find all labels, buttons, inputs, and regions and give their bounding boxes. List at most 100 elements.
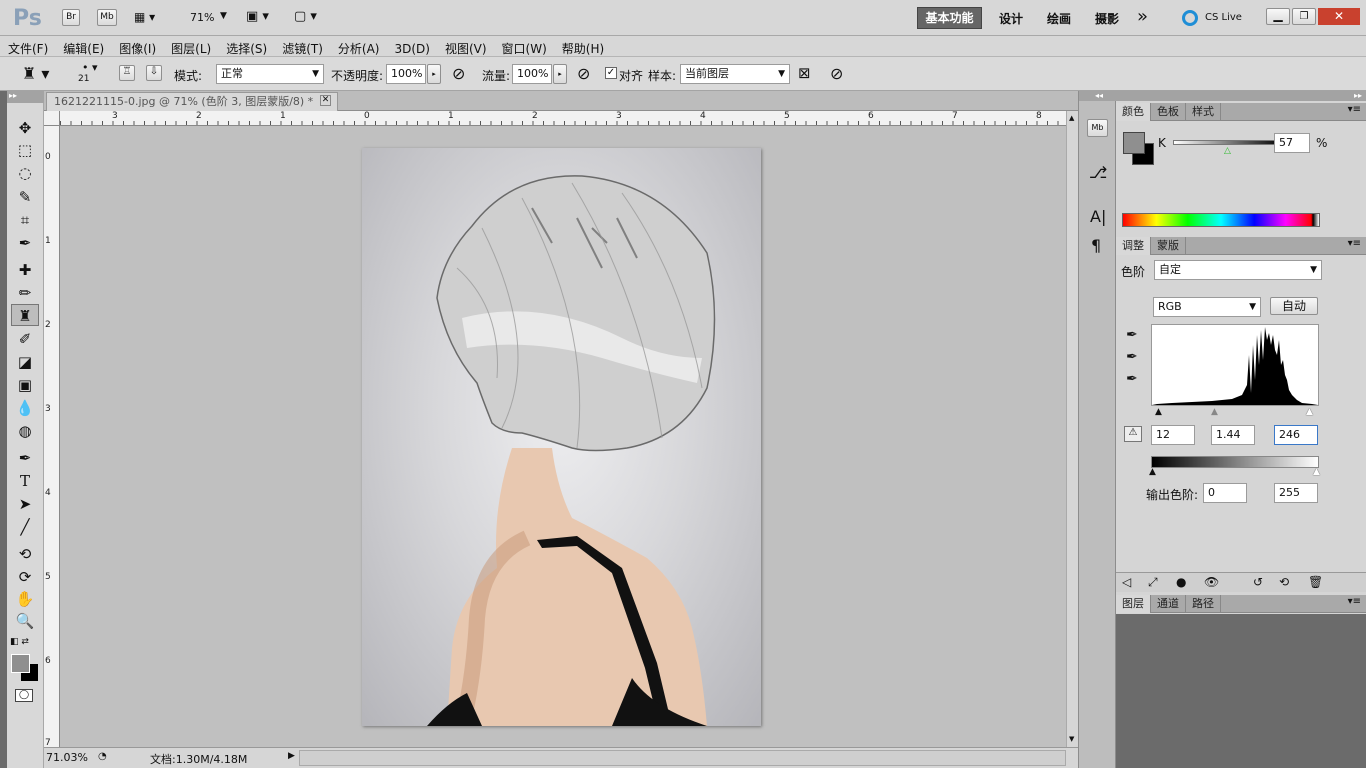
paragraph-panel-icon[interactable]: ¶ [1091, 236, 1101, 255]
3d-rotate-tool-icon[interactable]: ⟲ [11, 543, 39, 565]
more-workspaces-button[interactable]: » [1137, 6, 1148, 27]
view-extras-button[interactable]: ▦ ▾ [134, 10, 166, 26]
tablet-pressure-opacity-icon[interactable]: ⊘ [452, 64, 465, 83]
tab-masks[interactable]: 蒙版 [1151, 237, 1186, 255]
document-tab[interactable]: 1621221115-0.jpg @ 71% (色阶 3, 图层蒙版/8) * [46, 92, 338, 111]
marquee-tool-icon[interactable]: ⬚ [11, 139, 39, 161]
crop-tool-icon[interactable]: ⌗ [11, 209, 39, 231]
tab-styles[interactable]: 样式 [1186, 103, 1221, 121]
delete-icon[interactable]: 🗑 [1308, 575, 1323, 589]
tab-color[interactable]: 颜色 [1116, 103, 1151, 121]
restore-button[interactable]: ❐ [1292, 8, 1316, 25]
panel-menu-icon[interactable]: ▾≡ [1348, 596, 1361, 607]
menu-file[interactable]: 文件(F) [8, 40, 48, 57]
menu-filter[interactable]: 滤镜(T) [282, 40, 323, 57]
menu-image[interactable]: 图像(I) [119, 40, 156, 57]
hand-tool-icon[interactable]: ✋ [11, 588, 39, 610]
dodge-tool-icon[interactable]: ◍ [11, 420, 39, 442]
menu-view[interactable]: 视图(V) [445, 40, 487, 57]
input-gamma-slider[interactable]: ▲ [1211, 407, 1218, 417]
clone-stamp-tool-icon[interactable]: ♜ [11, 304, 39, 326]
screen-mode-button[interactable]: ▢ ▾ [294, 9, 317, 24]
foreground-color-swatch[interactable] [11, 654, 30, 673]
status-info-icon[interactable]: ◔ [98, 751, 107, 762]
type-tool-icon[interactable]: T [11, 470, 39, 492]
horizontal-ruler[interactable]: 3 2 1 0 1 2 3 4 5 6 7 8 [60, 111, 1066, 126]
color-fg-swatch[interactable] [1123, 132, 1145, 154]
clone-source-panel-icon[interactable]: ♖ [119, 65, 135, 81]
mini-bridge-panel-icon[interactable]: Mb [1087, 119, 1108, 137]
tab-paths[interactable]: 路径 [1186, 595, 1221, 613]
history-brush-tool-icon[interactable]: ✐ [11, 328, 39, 350]
channel-select[interactable]: RGB [1153, 297, 1261, 317]
brush-tool-icon[interactable]: ✏ [11, 282, 39, 304]
clip-to-layer-icon[interactable]: ● [1176, 575, 1186, 589]
workspace-essentials[interactable]: 基本功能 [917, 7, 982, 29]
move-tool-icon[interactable]: ✥ [11, 117, 39, 139]
sample-select[interactable]: 当前图层 [680, 64, 790, 84]
k-slider-thumb[interactable]: △ [1224, 146, 1231, 156]
workspace-photography[interactable]: 摄影 [1095, 10, 1119, 27]
vertical-scrollbar[interactable]: ▲ ▼ [1066, 111, 1078, 747]
brush-preview-icon[interactable]: • ▾ [82, 61, 98, 74]
zoom-readout[interactable]: 71.03% [46, 751, 88, 764]
close-button[interactable]: ✕ [1318, 8, 1360, 25]
k-value-input[interactable]: 57 [1274, 133, 1310, 153]
menu-3d[interactable]: 3D(D) [394, 42, 429, 56]
expanded-view-icon[interactable]: ⤢ [1148, 575, 1158, 590]
vertical-ruler[interactable]: 0 1 2 3 4 5 6 7 [44, 126, 60, 748]
eyedropper-tool-icon[interactable]: ✒ [11, 232, 39, 254]
line-tool-icon[interactable]: ╱ [11, 516, 39, 538]
tab-swatches[interactable]: 色板 [1151, 103, 1186, 121]
workspace-design[interactable]: 设计 [999, 10, 1023, 27]
path-selection-tool-icon[interactable]: ➤ [11, 493, 39, 515]
return-to-list-icon[interactable]: ◁ [1122, 575, 1131, 589]
minimize-button[interactable]: ▁ [1266, 8, 1290, 25]
previous-state-icon[interactable]: ↺ [1253, 575, 1263, 589]
document-close-icon[interactable]: ✕ [320, 95, 331, 106]
panel-menu-icon[interactable]: ▾≡ [1348, 104, 1361, 115]
menu-window[interactable]: 窗口(W) [502, 40, 547, 57]
arrange-documents-button[interactable]: ▣ ▾ [246, 9, 269, 24]
brush-panel-icon[interactable]: ⇩ [146, 65, 162, 81]
input-black-slider[interactable]: ▲ [1155, 407, 1162, 417]
status-menu-arrow[interactable]: ▶ [288, 751, 295, 761]
menu-layer[interactable]: 图层(L) [171, 40, 211, 57]
output-white-slider[interactable]: ▲ [1313, 467, 1320, 477]
preset-select[interactable]: 自定 [1154, 260, 1322, 280]
horizontal-scrollbar[interactable] [299, 750, 1066, 766]
gradient-tool-icon[interactable]: ▣ [11, 374, 39, 396]
opacity-input[interactable]: 100% [386, 64, 426, 84]
mini-bridge-button[interactable]: Mb [97, 9, 117, 26]
canvas-photo[interactable] [362, 148, 761, 726]
eraser-tool-icon[interactable]: ◪ [11, 351, 39, 373]
clipping-warning-icon[interactable]: ⚠ [1124, 426, 1142, 442]
history-panel-icon[interactable]: ⎇ [1089, 163, 1107, 182]
opacity-slider-button[interactable]: ▸ [427, 64, 441, 84]
tab-adjustments[interactable]: 调整 [1116, 237, 1151, 255]
color-spectrum-bar[interactable] [1122, 213, 1320, 227]
output-black-slider[interactable]: ▲ [1149, 467, 1156, 477]
flow-slider-button[interactable]: ▸ [553, 64, 567, 84]
ignore-adjustment-layers-icon[interactable]: ⊠ [798, 64, 811, 82]
character-panel-icon[interactable]: A| [1090, 207, 1106, 226]
auto-button[interactable]: 自动 [1270, 297, 1318, 315]
gray-eyedropper-icon[interactable]: ✒ [1126, 349, 1138, 365]
cs-live-menu[interactable]: CS Live [1205, 12, 1242, 23]
mode-select[interactable]: 正常 [216, 64, 324, 84]
quick-selection-tool-icon[interactable]: ✎ [11, 186, 39, 208]
cs-live-icon[interactable] [1182, 10, 1198, 26]
visibility-icon[interactable]: 👁 [1204, 575, 1219, 589]
reset-icon[interactable]: ⟲ [1279, 575, 1289, 589]
pen-tool-icon[interactable]: ✒ [11, 447, 39, 469]
aligned-checkbox[interactable]: ✓ [605, 67, 617, 79]
k-slider[interactable]: △ [1173, 140, 1283, 156]
input-gamma-field[interactable]: 1.44 [1211, 425, 1255, 445]
healing-brush-tool-icon[interactable]: ✚ [11, 259, 39, 281]
3d-orbit-tool-icon[interactable]: ⟳ [11, 566, 39, 588]
flow-input[interactable]: 100% [512, 64, 552, 84]
lasso-tool-icon[interactable]: ◌ [11, 162, 39, 184]
panel-menu-icon[interactable]: ▾≡ [1348, 238, 1361, 249]
zoom-level[interactable]: 71% [190, 11, 214, 24]
zoom-tool-icon[interactable]: 🔍 [11, 610, 39, 632]
